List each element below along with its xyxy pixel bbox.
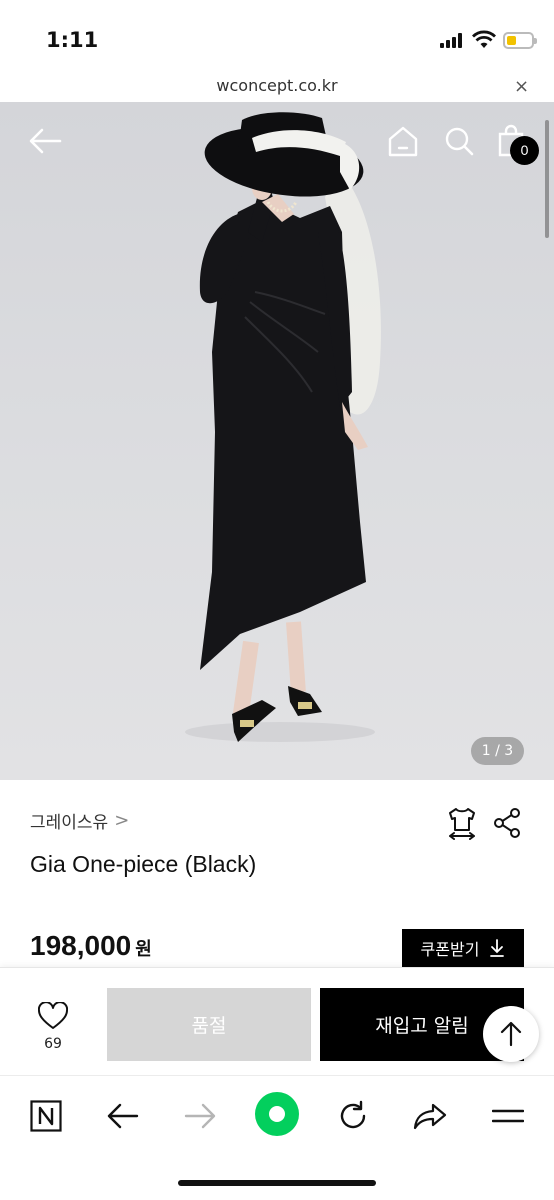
product-title: Gia One-piece (Black) bbox=[30, 851, 257, 877]
currency-unit: 원 bbox=[135, 939, 152, 960]
status-time: 1:11 bbox=[46, 28, 99, 52]
browser-share-button[interactable] bbox=[408, 1094, 452, 1138]
naver-home-button[interactable] bbox=[24, 1094, 68, 1138]
refresh-icon bbox=[340, 1100, 366, 1129]
browser-back-button[interactable] bbox=[101, 1094, 145, 1138]
naver-n-icon bbox=[30, 1100, 62, 1132]
status-bar: 1:11 bbox=[0, 0, 554, 72]
brand-link[interactable]: 그레이스유 > bbox=[30, 808, 129, 833]
soldout-button[interactable]: 품절 bbox=[107, 988, 311, 1061]
price-row: 198,000 원 bbox=[30, 930, 152, 962]
coupon-download-button[interactable]: 쿠폰받기 bbox=[402, 929, 524, 967]
close-tab-icon[interactable]: × bbox=[514, 76, 529, 97]
wifi-icon bbox=[472, 30, 496, 48]
size-guide-icon bbox=[449, 808, 475, 840]
home-button[interactable] bbox=[386, 124, 420, 158]
coupon-label: 쿠폰받기 bbox=[420, 940, 480, 959]
search-button[interactable] bbox=[442, 124, 476, 158]
naver-green-dot-icon bbox=[255, 1092, 299, 1136]
chevron-right-icon: > bbox=[114, 810, 130, 831]
scroll-to-top-button[interactable] bbox=[483, 1006, 539, 1062]
product-photo bbox=[185, 112, 381, 742]
home-indicator bbox=[178, 1180, 376, 1186]
download-icon bbox=[490, 939, 505, 957]
url-bar[interactable]: wconcept.co.kr × bbox=[0, 72, 554, 102]
home-icon bbox=[388, 126, 418, 157]
menu-icon bbox=[492, 1109, 524, 1123]
naver-green-dot-button[interactable] bbox=[254, 1091, 300, 1137]
cellular-signal-icon bbox=[440, 33, 464, 48]
back-button[interactable] bbox=[28, 126, 62, 156]
battery-icon bbox=[503, 32, 537, 49]
like-button[interactable]: 69 bbox=[24, 1001, 82, 1052]
size-guide-button[interactable] bbox=[446, 806, 478, 844]
share-button[interactable] bbox=[493, 807, 523, 843]
cart-count-badge: 0 bbox=[510, 136, 539, 165]
product-image-carousel[interactable] bbox=[0, 102, 554, 780]
url-text[interactable]: wconcept.co.kr bbox=[0, 76, 554, 95]
image-page-indicator: 1 / 3 bbox=[471, 737, 524, 765]
browser-back-icon bbox=[107, 1103, 139, 1129]
search-icon bbox=[445, 127, 474, 156]
page-scrollbar[interactable] bbox=[545, 120, 549, 238]
refresh-button[interactable] bbox=[331, 1094, 375, 1138]
browser-menu-button[interactable] bbox=[486, 1094, 530, 1138]
heart-icon bbox=[37, 1001, 69, 1029]
browser-share-icon bbox=[413, 1103, 447, 1130]
product-price: 198,000 bbox=[30, 930, 132, 961]
brand-name[interactable]: 그레이스유 bbox=[30, 808, 108, 833]
browser-forward-button[interactable] bbox=[178, 1094, 222, 1138]
share-icon bbox=[494, 808, 520, 838]
browser-forward-icon bbox=[184, 1103, 216, 1129]
purchase-action-bar: 69 품절 재입고 알림 bbox=[0, 967, 554, 1075]
arrow-up-icon bbox=[500, 1021, 522, 1047]
like-count: 69 bbox=[44, 1036, 62, 1052]
back-arrow-icon bbox=[29, 128, 62, 154]
